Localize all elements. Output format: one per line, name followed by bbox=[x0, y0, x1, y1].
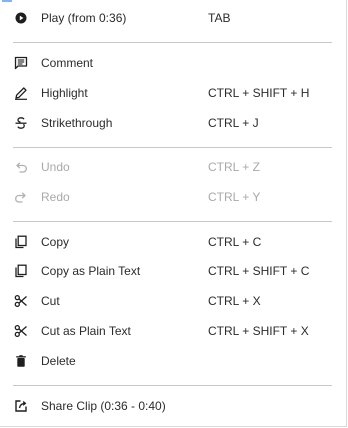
menu-item-label: Undo bbox=[41, 160, 70, 174]
menu-item-label: Delete bbox=[41, 354, 76, 368]
menu-divider bbox=[13, 221, 332, 222]
play-circle-icon bbox=[13, 10, 29, 26]
menu-item-shortcut: CTRL + C bbox=[208, 235, 262, 249]
scissors-icon bbox=[13, 323, 29, 339]
menu-item-label: Copy as Plain Text bbox=[41, 264, 141, 278]
menu-item-play[interactable]: Play (from 0:36) TAB bbox=[0, 5, 347, 31]
redo-icon bbox=[13, 189, 29, 205]
menu-item-label: Strikethrough bbox=[41, 116, 113, 130]
menu-item-shortcut: CTRL + Y bbox=[208, 190, 261, 204]
menu-item-comment[interactable]: Comment bbox=[0, 50, 347, 76]
menu-item-label: Share Clip (0:36 - 0:40) bbox=[41, 399, 166, 413]
menu-item-undo[interactable]: Undo CTRL + Z bbox=[0, 154, 347, 180]
menu-item-shortcut: CTRL + SHIFT + C bbox=[208, 264, 310, 278]
copy-icon bbox=[13, 234, 29, 250]
share-icon bbox=[13, 398, 29, 414]
menu-item-shortcut: CTRL + SHIFT + X bbox=[208, 324, 309, 338]
menu-item-redo[interactable]: Redo CTRL + Y bbox=[0, 184, 347, 210]
strikethrough-icon bbox=[13, 115, 29, 131]
menu-item-label: Comment bbox=[41, 56, 94, 70]
comment-icon bbox=[13, 55, 29, 71]
menu-item-label: Cut as Plain Text bbox=[41, 324, 131, 338]
scissors-icon bbox=[13, 293, 29, 309]
menu-item-shortcut: TAB bbox=[208, 11, 231, 25]
menu-item-label: Highlight bbox=[41, 86, 88, 100]
menu-item-highlight[interactable]: Highlight CTRL + SHIFT + H bbox=[0, 80, 347, 106]
menu-item-cut-plain-text[interactable]: Cut as Plain Text CTRL + SHIFT + X bbox=[0, 318, 347, 344]
trash-icon bbox=[13, 353, 29, 369]
menu-item-cut[interactable]: Cut CTRL + X bbox=[0, 288, 347, 314]
menu-item-shortcut: CTRL + X bbox=[208, 294, 261, 308]
menu-item-strikethrough[interactable]: Strikethrough CTRL + J bbox=[0, 110, 347, 136]
menu-item-shortcut: CTRL + J bbox=[208, 116, 259, 130]
menu-item-label: Cut bbox=[41, 294, 60, 308]
context-menu: Play (from 0:36) TAB Comment Highlight C… bbox=[0, 0, 347, 427]
menu-divider bbox=[13, 147, 332, 148]
copy-icon bbox=[13, 263, 29, 279]
menu-item-delete[interactable]: Delete bbox=[0, 348, 347, 374]
menu-item-label: Play (from 0:36) bbox=[41, 11, 127, 25]
menu-item-shortcut: CTRL + Z bbox=[208, 160, 260, 174]
menu-divider bbox=[13, 385, 332, 386]
menu-item-label: Redo bbox=[41, 190, 70, 204]
menu-divider bbox=[13, 42, 332, 43]
menu-item-copy-plain-text[interactable]: Copy as Plain Text CTRL + SHIFT + C bbox=[0, 258, 347, 284]
menu-item-shortcut: CTRL + SHIFT + H bbox=[208, 86, 310, 100]
menu-item-label: Copy bbox=[41, 235, 70, 249]
menu-item-copy[interactable]: Copy CTRL + C bbox=[0, 229, 347, 255]
menu-item-share-clip[interactable]: Share Clip (0:36 - 0:40) bbox=[0, 393, 347, 419]
pencil-icon bbox=[13, 85, 29, 101]
undo-icon bbox=[13, 159, 29, 175]
menu-corner-mark bbox=[2, 0, 12, 2]
